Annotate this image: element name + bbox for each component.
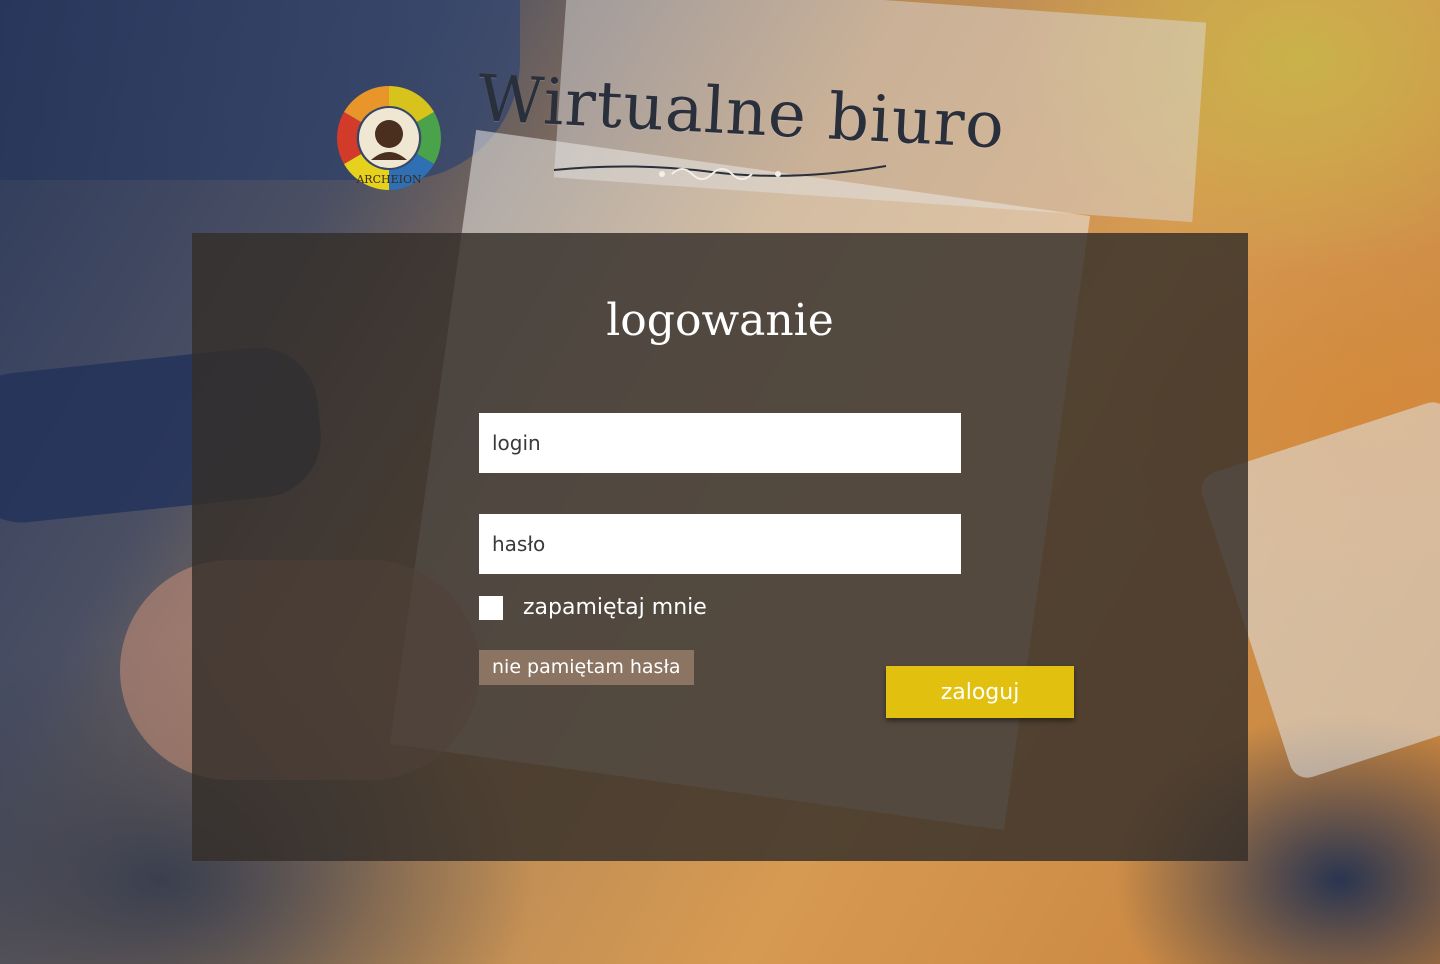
remember-label: zapamiętaj mnie [523, 595, 707, 620]
password-input[interactable] [479, 514, 961, 574]
login-panel: logowanie zapamiętaj mnie nie pamiętam h… [192, 233, 1248, 861]
login-button[interactable]: zaloguj [886, 666, 1074, 718]
flourish-ornament [552, 158, 888, 188]
remember-checkbox[interactable] [479, 595, 503, 620]
forgot-password-link[interactable]: nie pamiętam hasła [479, 650, 694, 685]
login-input[interactable] [479, 413, 961, 473]
archeion-logo: ARCHEION [334, 83, 444, 193]
remember-me[interactable]: zapamiętaj mnie [479, 595, 707, 620]
login-heading: logowanie [606, 295, 834, 346]
logo-text: ARCHEION [355, 173, 422, 186]
